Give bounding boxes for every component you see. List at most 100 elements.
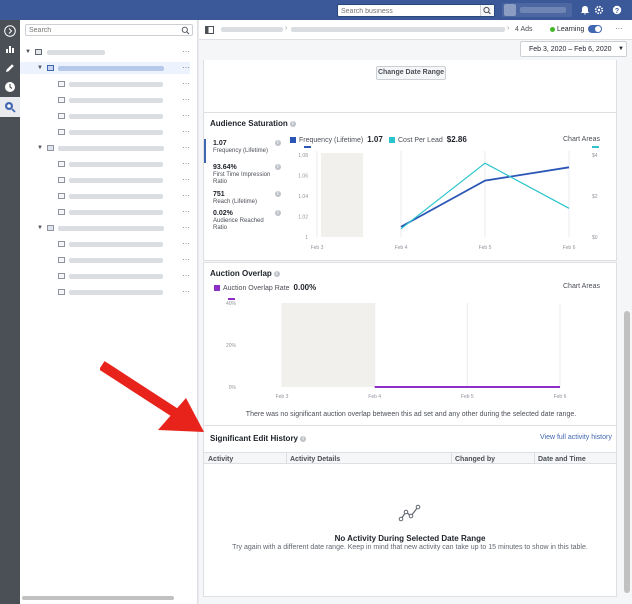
x-tick-label: Feb 6 xyxy=(554,394,567,400)
tree-row-ad[interactable]: ··· xyxy=(20,238,190,250)
more-icon[interactable]: ··· xyxy=(182,127,190,136)
date-range-picker[interactable]: Feb 3, 2020 – Feb 6, 2020 ▼ xyxy=(520,41,627,57)
expand-icon[interactable] xyxy=(3,24,17,38)
top-bar: ? xyxy=(0,0,632,20)
panel-toggle-icon[interactable] xyxy=(205,26,214,34)
more-icon[interactable]: ··· xyxy=(182,63,190,72)
more-icon[interactable]: ··· xyxy=(182,239,190,248)
tree-row-ad[interactable]: ··· xyxy=(20,270,190,282)
tree-row-ad[interactable]: ··· xyxy=(20,190,190,202)
info-icon[interactable]: i xyxy=(275,210,281,216)
metric-audience-reached[interactable]: 0.02% Audience Reached Ratio i xyxy=(204,210,284,234)
view-full-activity-link[interactable]: View full activity history xyxy=(540,434,612,441)
tree-row-ad[interactable]: ··· xyxy=(20,110,190,122)
more-icon[interactable]: ··· xyxy=(182,255,190,264)
more-icon[interactable]: ··· xyxy=(182,271,190,280)
more-icon[interactable]: ··· xyxy=(182,207,190,216)
y-tick-label: 40% xyxy=(226,301,237,307)
tree-row-ad[interactable]: ··· xyxy=(20,78,190,90)
adset-toggle[interactable] xyxy=(588,25,602,33)
legend-frequency[interactable]: Frequency (Lifetime) 1.07 xyxy=(290,135,383,144)
breadcrumb-campaign[interactable] xyxy=(221,27,283,32)
tree-row-ad[interactable]: ··· xyxy=(20,286,190,298)
metric-frequency[interactable]: 1.07 Frequency (Lifetime) i xyxy=(204,139,284,164)
more-icon[interactable]: ··· xyxy=(182,287,190,296)
edit-icon[interactable] xyxy=(3,61,17,75)
tree-row-ad[interactable]: ··· xyxy=(20,126,190,138)
adset-icon xyxy=(47,145,54,151)
search-button[interactable] xyxy=(480,5,494,16)
chevron-down-icon[interactable]: ▼ xyxy=(25,49,31,55)
tree-row-label xyxy=(69,98,163,103)
legend-label: Cost Per Lead xyxy=(398,137,443,144)
tree-search-input[interactable] xyxy=(29,26,179,35)
tree-row-ad[interactable]: ··· xyxy=(20,158,190,170)
tree-row-ad[interactable]: ··· xyxy=(20,254,190,266)
column-header-date-time[interactable]: Date and Time xyxy=(538,456,586,463)
ad-icon xyxy=(58,97,65,103)
more-icon[interactable]: ··· xyxy=(182,47,190,56)
column-header-changed-by[interactable]: Changed by xyxy=(455,456,495,463)
info-icon[interactable]: i xyxy=(300,435,307,442)
tree-row-campaign-2[interactable]: ▼ ··· xyxy=(20,142,190,154)
chevron-down-icon[interactable]: ▼ xyxy=(37,145,43,151)
info-icon[interactable]: i xyxy=(273,270,280,277)
more-icon[interactable]: ··· xyxy=(182,79,190,88)
legend-swatch xyxy=(389,137,395,144)
user-account-button[interactable] xyxy=(502,3,572,17)
tree-horizontal-scroll-thumb[interactable] xyxy=(22,596,174,600)
column-header-activity-details[interactable]: Activity Details xyxy=(290,456,340,463)
legend-auction-overlap[interactable]: Auction Overlap Rate 0.00% xyxy=(214,283,316,292)
tree-row-campaign-3[interactable]: ▼ ··· xyxy=(20,222,190,234)
more-icon[interactable]: ··· xyxy=(182,191,190,200)
breadcrumb-ads[interactable]: 4 Ads xyxy=(515,26,533,33)
more-icon[interactable]: ··· xyxy=(182,159,190,168)
ad-icon xyxy=(58,209,65,215)
more-icon[interactable]: ··· xyxy=(182,95,190,104)
more-icon[interactable]: ··· xyxy=(615,24,623,33)
gear-icon[interactable] xyxy=(594,5,604,15)
help-icon[interactable]: ? xyxy=(612,5,622,15)
ad-icon xyxy=(58,193,65,199)
column-header-activity[interactable]: Activity xyxy=(208,456,233,463)
more-icon[interactable]: ··· xyxy=(182,111,190,120)
tree-row-label xyxy=(58,226,164,231)
info-icon[interactable]: i xyxy=(275,164,281,170)
leftnav-item-inspect[interactable] xyxy=(0,97,20,117)
tree-row-ad[interactable]: ··· xyxy=(20,174,190,186)
more-icon[interactable]: ··· xyxy=(182,143,190,152)
adset-icon xyxy=(47,65,54,71)
column-divider xyxy=(286,453,287,464)
chevron-down-icon[interactable]: ▼ xyxy=(37,225,43,231)
x-tick-label: Feb 3 xyxy=(276,394,289,400)
more-icon[interactable]: ··· xyxy=(182,223,190,232)
business-search[interactable] xyxy=(337,4,495,17)
info-icon[interactable]: i xyxy=(275,191,281,197)
main-scroll-thumb[interactable] xyxy=(624,311,630,593)
chart-icon[interactable] xyxy=(3,42,17,56)
tree-search[interactable] xyxy=(25,24,193,36)
svg-text:?: ? xyxy=(615,8,619,15)
change-date-range-button[interactable]: Change Date Range xyxy=(376,66,446,80)
info-icon[interactable]: i xyxy=(289,120,296,127)
metric-first-time-impression[interactable]: 93.64% First Time Impression Ratio i xyxy=(204,164,284,188)
history-icon[interactable] xyxy=(3,80,17,94)
chevron-right-icon: › xyxy=(507,25,510,32)
metric-reach[interactable]: 751 Reach (Lifetime) i xyxy=(204,191,284,209)
breadcrumb-adset[interactable] xyxy=(291,27,505,32)
legend-value: 0.00% xyxy=(293,283,317,292)
ad-icon xyxy=(58,81,65,87)
info-icon[interactable]: i xyxy=(275,140,281,146)
legend-cost-per-lead[interactable]: Cost Per Lead $2.86 xyxy=(389,135,467,144)
chart-areas-toggle[interactable]: Chart Areas xyxy=(563,136,600,143)
chart-areas-toggle[interactable]: Chart Areas xyxy=(563,283,600,290)
tree-row-ad[interactable]: ··· xyxy=(20,206,190,218)
tree-row-ad[interactable]: ··· xyxy=(20,94,190,106)
bell-icon[interactable] xyxy=(580,5,590,15)
business-search-input[interactable] xyxy=(341,6,479,16)
chevron-down-icon[interactable]: ▼ xyxy=(37,65,43,71)
tree-row-account[interactable]: ▼ ··· xyxy=(20,46,190,58)
more-icon[interactable]: ··· xyxy=(182,175,190,184)
axis-color-mark xyxy=(228,298,235,300)
tree-row-campaign-1[interactable]: ▼ ··· xyxy=(20,62,190,74)
